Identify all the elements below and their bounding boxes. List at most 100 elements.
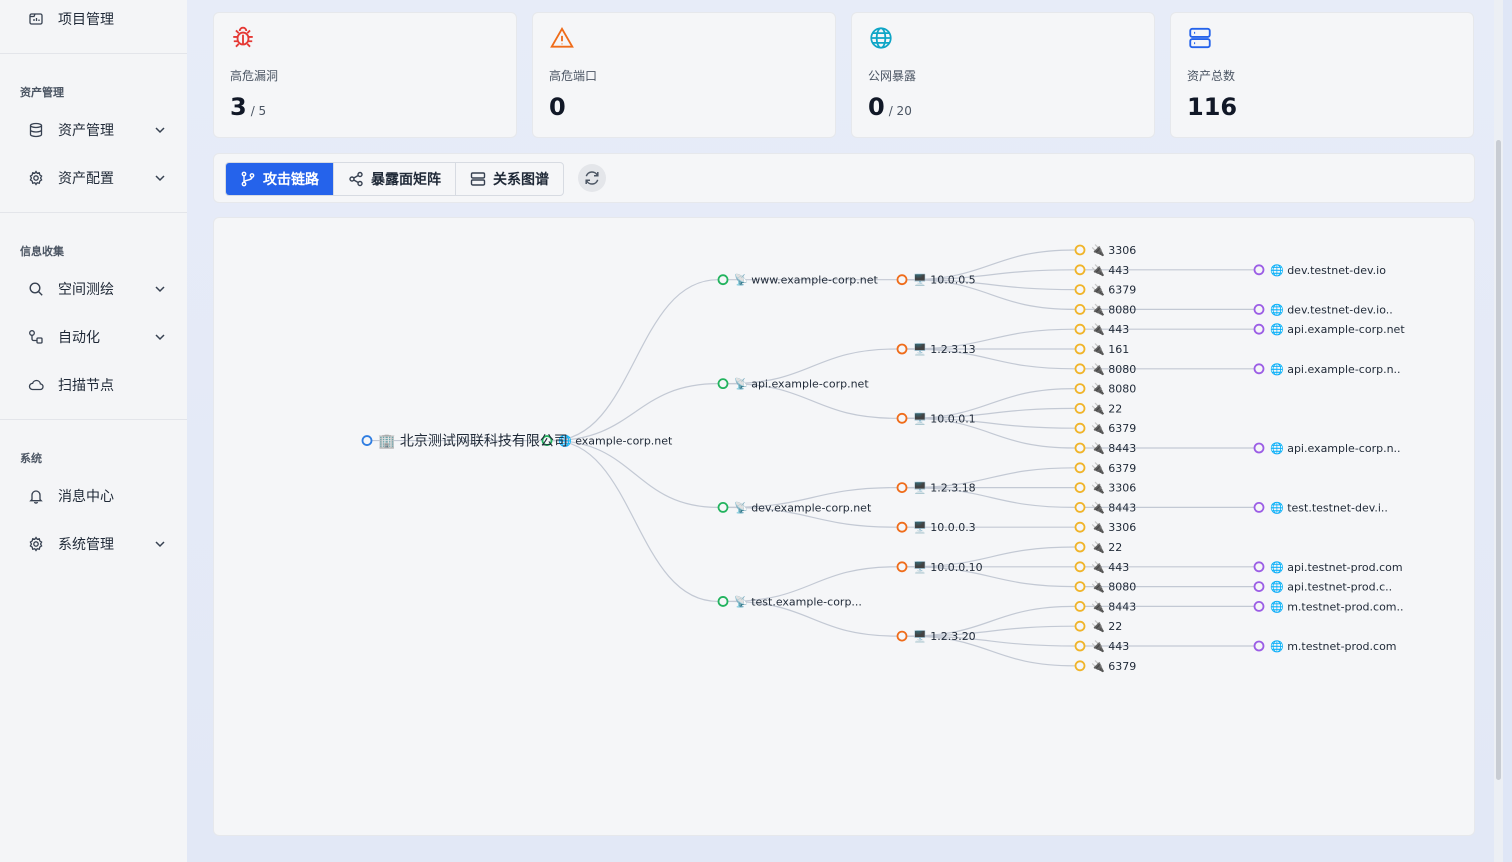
ip-node[interactable] [896,482,908,494]
url-node[interactable] [1253,600,1265,612]
port-node[interactable] [1074,640,1086,652]
ip-node[interactable] [896,412,908,424]
subdomain-label[interactable]: 📡 api.example-corp.net [734,377,869,391]
port-node[interactable] [1074,323,1086,335]
ip-label[interactable]: 🖥️ 1.2.3.18 [913,482,976,495]
ip-node[interactable] [896,521,908,533]
port-node[interactable] [1074,620,1086,632]
subdomain-label[interactable]: 📡 test.example-corp... [734,594,862,608]
sidebar-item-asset-management[interactable]: 资产管理 [28,115,173,145]
port-label[interactable]: 🔌 161 [1091,343,1129,356]
ip-label[interactable]: 🖥️ 1.2.3.20 [913,630,976,643]
port-label[interactable]: 🔌 3306 [1091,521,1136,534]
port-label[interactable]: 🔌 8080 [1091,303,1136,316]
subdomain-node[interactable] [717,274,729,286]
port-node[interactable] [1074,501,1086,513]
url-label[interactable]: 🌐 api.example-corp.net [1270,323,1405,336]
url-node[interactable] [1253,561,1265,573]
url-label[interactable]: 🌐 test.testnet-dev.i.. [1270,501,1388,514]
sidebar-item-project[interactable]: 项目管理 [28,4,173,34]
tab-attack-chain[interactable]: 攻击链路 [226,163,333,195]
port-label[interactable]: 🔌 3306 [1091,482,1136,495]
tab-relationship-graph[interactable]: 关系图谱 [455,163,563,195]
port-label[interactable]: 🔌 22 [1091,541,1122,554]
port-label[interactable]: 🔌 8443 [1091,442,1136,455]
subdomain-label[interactable]: 📡 www.example-corp.net [734,273,879,287]
port-label[interactable]: 🔌 3306 [1091,244,1136,257]
ip-label[interactable]: 🖥️ 10.0.0.1 [913,412,976,425]
port-node[interactable] [1074,600,1086,612]
scrollbar-thumb[interactable] [1496,140,1501,780]
port-node[interactable] [1074,284,1086,295]
port-label[interactable]: 🔌 8080 [1091,581,1136,594]
url-label[interactable]: 🌐 api.example-corp.n.. [1270,442,1401,455]
subdomain-node[interactable] [717,501,729,513]
sidebar-item-automation[interactable]: 自动化 [28,322,173,352]
sidebar-item-system-management[interactable]: 系统管理 [28,529,173,559]
port-label[interactable]: 🔌 443 [1091,561,1129,574]
subdomain-label[interactable]: 📡 dev.example-corp.net [734,500,872,514]
port-node[interactable] [1074,402,1086,414]
ip-label[interactable]: 🖥️ 10.0.0.10 [913,561,983,574]
ip-label[interactable]: 🖥️ 10.0.0.3 [913,521,976,534]
port-label[interactable]: 🔌 8443 [1091,501,1136,514]
url-label[interactable]: 🌐 m.testnet-prod.com.. [1270,600,1404,613]
port-label[interactable]: 🔌 6379 [1091,660,1136,673]
port-label[interactable]: 🔌 22 [1091,620,1122,633]
port-label[interactable]: 🔌 8443 [1091,600,1136,613]
main-scrollbar[interactable] [1494,0,1503,862]
port-node[interactable] [1074,422,1086,434]
sidebar-item-scan-nodes[interactable]: 扫描节点 [28,370,173,400]
url-node[interactable] [1253,501,1265,513]
port-label[interactable]: 🔌 443 [1091,323,1129,336]
url-node[interactable] [1253,363,1265,375]
ip-node[interactable] [896,274,908,286]
ip-node[interactable] [896,561,908,573]
port-node[interactable] [1074,561,1086,573]
ip-label[interactable]: 🖥️ 10.0.0.5 [913,274,976,287]
port-node[interactable] [1074,304,1086,315]
port-label[interactable]: 🔌 8080 [1091,363,1136,376]
domain-label[interactable]: 🌐 example-corp.net [558,435,673,448]
port-label[interactable]: 🔌 6379 [1091,422,1136,435]
subdomain-node[interactable] [717,378,729,390]
url-node[interactable] [1253,264,1265,276]
sidebar-item-message-center[interactable]: 消息中心 [28,481,173,511]
url-node[interactable] [1253,581,1265,593]
refresh-button[interactable] [578,164,606,192]
sidebar-item-asset-config[interactable]: 资产配置 [28,163,173,193]
subdomain-node[interactable] [717,596,729,607]
port-node[interactable] [1074,343,1086,355]
ip-label[interactable]: 🖥️ 1.2.3.13 [913,343,976,356]
port-node[interactable] [1074,462,1086,474]
port-label[interactable]: 🔌 443 [1091,264,1129,277]
port-node[interactable] [1074,244,1086,256]
tab-exposure-matrix[interactable]: 暴露面矩阵 [333,163,455,195]
url-label[interactable]: 🌐 api.testnet-prod.com [1270,561,1403,574]
port-node[interactable] [1074,264,1086,276]
url-label[interactable]: 🌐 api.example-corp.n.. [1270,363,1401,376]
org-label[interactable]: 🏢 北京测试网联科技有限公司 [378,434,568,450]
url-node[interactable] [1253,304,1265,315]
port-label[interactable]: 🔌 8080 [1091,383,1136,396]
url-label[interactable]: 🌐 dev.testnet-dev.io.. [1270,303,1393,316]
url-label[interactable]: 🌐 api.testnet-prod.c.. [1270,581,1392,594]
port-label[interactable]: 🔌 6379 [1091,462,1136,475]
port-node[interactable] [1074,541,1086,553]
port-node[interactable] [1074,660,1086,672]
port-node[interactable] [1074,442,1086,454]
port-node[interactable] [1074,383,1086,395]
port-label[interactable]: 🔌 6379 [1091,284,1136,297]
url-label[interactable]: 🌐 m.testnet-prod.com [1270,640,1397,653]
port-label[interactable]: 🔌 22 [1091,402,1122,415]
url-label[interactable]: 🌐 dev.testnet-dev.io [1270,264,1386,277]
url-node[interactable] [1253,323,1265,335]
ip-node[interactable] [896,630,908,642]
org-node[interactable] [361,435,373,446]
port-node[interactable] [1074,482,1086,494]
port-node[interactable] [1074,363,1086,375]
ip-node[interactable] [896,343,908,355]
port-label[interactable]: 🔌 443 [1091,640,1129,653]
sidebar-item-cyberspace-mapping[interactable]: 空间测绘 [28,274,173,304]
port-node[interactable] [1074,581,1086,593]
